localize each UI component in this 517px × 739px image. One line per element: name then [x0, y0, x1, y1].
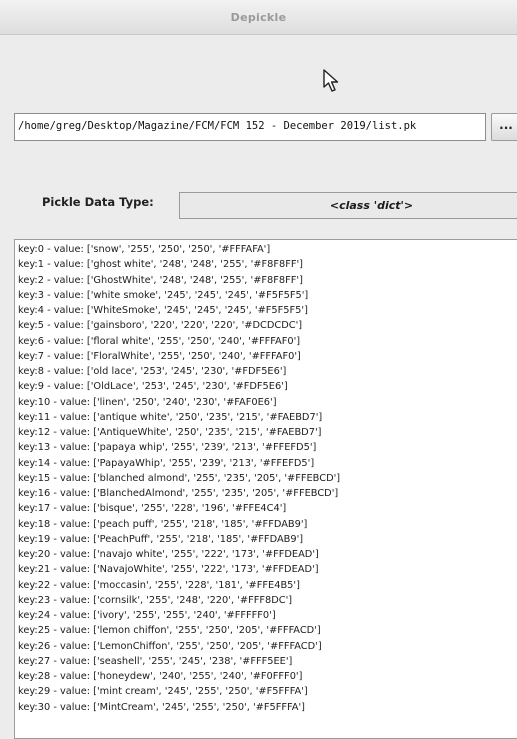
list-item[interactable]: key:8 - value: ['old lace', '253', '245'…: [18, 364, 517, 379]
list-item[interactable]: key:10 - value: ['linen', '250', '240', …: [18, 395, 517, 410]
list-item[interactable]: key:5 - value: ['gainsboro', '220', '220…: [18, 318, 517, 333]
mouse-pointer-icon: [322, 68, 344, 94]
list-item[interactable]: key:27 - value: ['seashell', '255', '245…: [18, 654, 517, 669]
window-title: Depickle: [230, 11, 287, 24]
list-item[interactable]: key:30 - value: ['MintCream', '245', '25…: [18, 700, 517, 715]
list-item[interactable]: key:13 - value: ['papaya whip', '255', '…: [18, 440, 517, 455]
list-item[interactable]: key:17 - value: ['bisque', '255', '228',…: [18, 501, 517, 516]
list-item[interactable]: key:29 - value: ['mint cream', '245', '2…: [18, 684, 517, 699]
list-item[interactable]: key:24 - value: ['ivory', '255', '255', …: [18, 608, 517, 623]
list-item[interactable]: key:28 - value: ['honeydew', '240', '255…: [18, 669, 517, 684]
list-item[interactable]: key:25 - value: ['lemon chiffon', '255',…: [18, 623, 517, 638]
list-item[interactable]: key:26 - value: ['LemonChiffon', '255', …: [18, 639, 517, 654]
list-item[interactable]: key:20 - value: ['navajo white', '255', …: [18, 547, 517, 562]
title-bar: Depickle: [0, 0, 517, 35]
file-path-field[interactable]: /home/greg/Desktop/Magazine/FCM/FCM 152 …: [14, 113, 486, 141]
list-item[interactable]: key:15 - value: ['blanched almond', '255…: [18, 471, 517, 486]
data-listbox[interactable]: key:0 - value: ['snow', '255', '250', '2…: [14, 239, 517, 739]
list-item[interactable]: key:6 - value: ['floral white', '255', '…: [18, 334, 517, 349]
list-item[interactable]: key:16 - value: ['BlanchedAlmond', '255'…: [18, 486, 517, 501]
list-item[interactable]: key:1 - value: ['ghost white', '248', '2…: [18, 257, 517, 272]
browse-button[interactable]: ...: [491, 113, 517, 141]
list-item[interactable]: key:14 - value: ['PapayaWhip', '255', '2…: [18, 456, 517, 471]
list-item[interactable]: key:19 - value: ['PeachPuff', '255', '21…: [18, 532, 517, 547]
pickle-data-type-label: Pickle Data Type:: [42, 195, 154, 209]
list-item[interactable]: key:9 - value: ['OldLace', '253', '245',…: [18, 379, 517, 394]
pickle-data-type-value: <class 'dict'>: [179, 192, 517, 219]
list-item[interactable]: key:2 - value: ['GhostWhite', '248', '24…: [18, 273, 517, 288]
list-item[interactable]: key:0 - value: ['snow', '255', '250', '2…: [18, 242, 517, 257]
list-item[interactable]: key:21 - value: ['NavajoWhite', '255', '…: [18, 562, 517, 577]
list-item[interactable]: key:4 - value: ['WhiteSmoke', '245', '24…: [18, 303, 517, 318]
list-item[interactable]: key:22 - value: ['moccasin', '255', '228…: [18, 578, 517, 593]
list-item[interactable]: key:23 - value: ['cornsilk', '255', '248…: [18, 593, 517, 608]
list-item[interactable]: key:11 - value: ['antique white', '250',…: [18, 410, 517, 425]
list-item[interactable]: key:3 - value: ['white smoke', '245', '2…: [18, 288, 517, 303]
list-item[interactable]: key:18 - value: ['peach puff', '255', '2…: [18, 517, 517, 532]
list-item[interactable]: key:12 - value: ['AntiqueWhite', '250', …: [18, 425, 517, 440]
list-item[interactable]: key:7 - value: ['FloralWhite', '255', '2…: [18, 349, 517, 364]
